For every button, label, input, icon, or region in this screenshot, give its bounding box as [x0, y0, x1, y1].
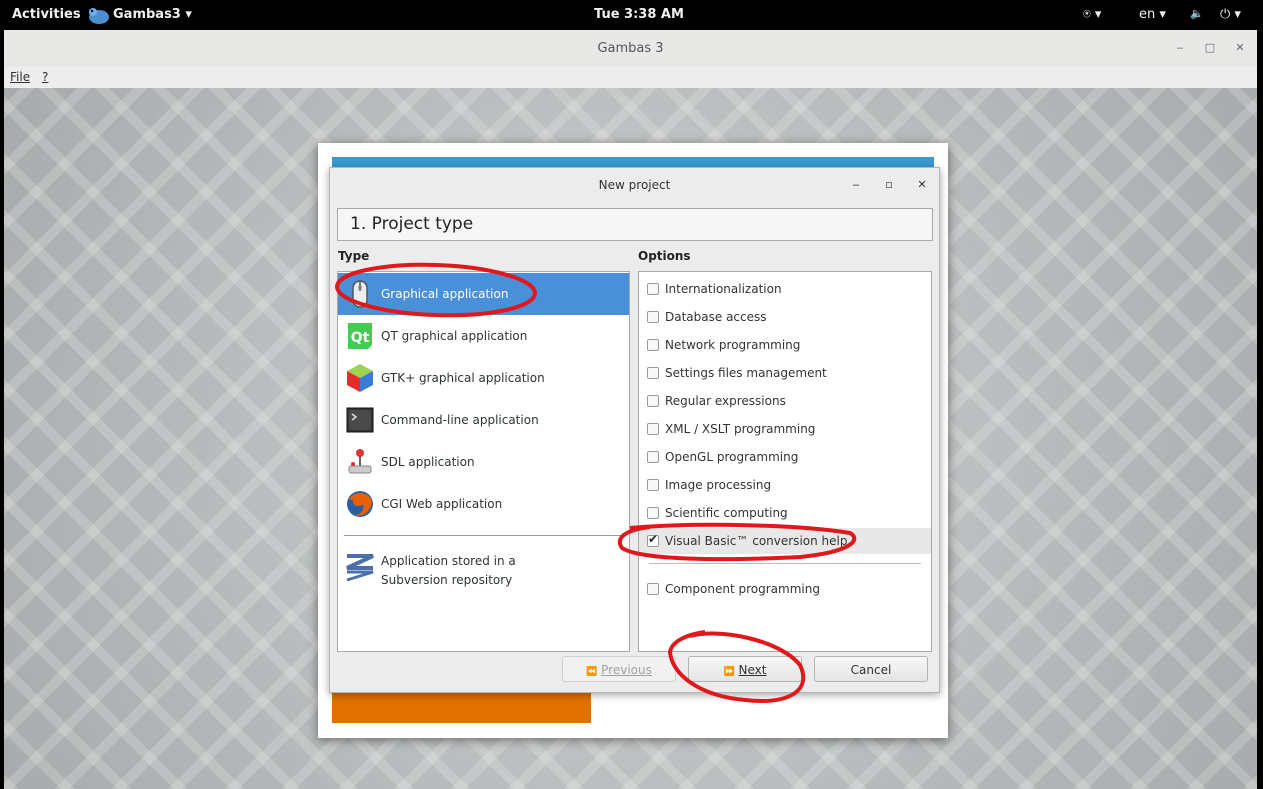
cancel-button[interactable]: Cancel	[814, 656, 928, 682]
previous-label: Previous	[601, 663, 652, 677]
next-button[interactable]: ⏩ Next	[688, 656, 802, 682]
splash-orange-bar	[332, 690, 591, 723]
checkbox-checked[interactable]	[647, 532, 659, 547]
option-regular-expressions[interactable]: Regular expressions	[639, 388, 931, 414]
type-item-qt[interactable]: Qt QT graphical application	[338, 315, 629, 357]
option-label: Network programming	[665, 338, 801, 352]
dialog-close-button[interactable]: ✕	[914, 177, 930, 193]
power-menu[interactable]: ⏻ ▾	[1220, 7, 1241, 22]
dialog-titlebar[interactable]: New project ‒ ▫ ✕	[330, 168, 939, 201]
type-item-cgi[interactable]: CGI Web application	[338, 483, 629, 525]
previous-button[interactable]: ⏪ Previous	[562, 656, 676, 682]
step-header: 1. Project type	[337, 208, 933, 241]
firefox-icon	[344, 488, 376, 520]
window-title: Gambas 3	[597, 41, 664, 56]
type-list[interactable]: Graphical application Qt QT graphical ap…	[337, 271, 630, 652]
option-label: Settings files management	[665, 366, 827, 380]
type-item-graphical[interactable]: Graphical application	[338, 273, 629, 315]
activities-button[interactable]: Activities	[12, 7, 81, 22]
close-button[interactable]: ✕	[1231, 39, 1249, 57]
options-divider	[649, 563, 921, 564]
joystick-icon	[344, 446, 376, 478]
option-label: Visual Basic™ conversion help	[665, 534, 848, 548]
checkbox[interactable]	[647, 479, 659, 491]
option-opengl[interactable]: OpenGL programming	[639, 444, 931, 470]
option-label: XML / XSLT programming	[665, 422, 816, 436]
option-component-programming[interactable]: Component programming	[639, 576, 931, 602]
checkbox[interactable]	[647, 283, 659, 295]
gambas-app-icon[interactable]	[86, 5, 110, 25]
type-label-cli: Command-line application	[381, 413, 539, 427]
type-label-subversion: Application stored in a Subversion repos…	[381, 552, 516, 590]
type-item-gtk[interactable]: GTK+ graphical application	[338, 357, 629, 399]
checkbox[interactable]	[647, 583, 659, 595]
option-database-access[interactable]: Database access	[639, 304, 931, 330]
type-label-sdl: SDL application	[381, 455, 475, 469]
type-item-cli[interactable]: Command-line application	[338, 399, 629, 441]
dialog-maximize-button[interactable]: ▫	[881, 177, 897, 193]
type-label: Type	[338, 249, 370, 263]
type-label-graphical: Graphical application	[381, 287, 509, 301]
option-settings-files[interactable]: Settings files management	[639, 360, 931, 386]
volume-icon[interactable]: 🔈	[1190, 7, 1204, 20]
type-item-sdl[interactable]: SDL application	[338, 441, 629, 483]
option-xml-xslt[interactable]: XML / XSLT programming	[639, 416, 931, 442]
option-label: Database access	[665, 310, 767, 324]
top-bar: Activities Gambas3 ▾ Tue 3:38 AM ⍟ ▾ en …	[0, 0, 1263, 30]
option-label: Image processing	[665, 478, 772, 492]
next-label: Next	[738, 663, 767, 677]
type-label-cgi: CGI Web application	[381, 497, 503, 511]
subversion-icon	[344, 552, 376, 584]
menu-bar: File ?	[4, 67, 1257, 88]
svg-text:Qt: Qt	[351, 330, 370, 346]
minimize-button[interactable]: ‒	[1171, 39, 1189, 57]
option-label: Scientific computing	[665, 506, 788, 520]
checkbox[interactable]	[647, 367, 659, 379]
type-item-subversion[interactable]: Application stored in a Subversion repos…	[338, 544, 629, 592]
subversion-label-line1: Application stored in a	[381, 554, 516, 568]
language-menu[interactable]: en ▾	[1139, 7, 1166, 22]
option-image-processing[interactable]: Image processing	[639, 472, 931, 498]
qt-icon: Qt	[344, 320, 376, 352]
menu-help[interactable]: ?	[42, 70, 48, 84]
dialog-minimize-button[interactable]: ‒	[848, 177, 864, 193]
option-label: Component programming	[665, 582, 820, 596]
new-project-dialog: New project ‒ ▫ ✕ 1. Project type Type O…	[329, 167, 940, 693]
option-label: Regular expressions	[665, 394, 786, 408]
checkbox[interactable]	[647, 339, 659, 351]
checkbox[interactable]	[647, 423, 659, 435]
checkbox[interactable]	[647, 507, 659, 519]
accessibility-menu[interactable]: ⍟ ▾	[1083, 7, 1101, 22]
clock[interactable]: Tue 3:38 AM	[594, 7, 684, 22]
checkbox[interactable]	[647, 311, 659, 323]
checkbox[interactable]	[647, 395, 659, 407]
option-scientific-computing[interactable]: Scientific computing	[639, 500, 931, 526]
options-list: Internationalization Database access Net…	[638, 271, 932, 652]
window-titlebar[interactable]: Gambas 3 ‒ □ ✕	[4, 30, 1257, 68]
type-label-qt: QT graphical application	[381, 329, 528, 343]
option-internationalization[interactable]: Internationalization	[639, 276, 931, 302]
terminal-icon	[344, 404, 376, 436]
type-label-gtk: GTK+ graphical application	[381, 371, 545, 385]
step-title: 1. Project type	[350, 214, 474, 234]
options-label: Options	[638, 249, 691, 263]
option-network-programming[interactable]: Network programming	[639, 332, 931, 358]
checkbox[interactable]	[647, 451, 659, 463]
maximize-button[interactable]: □	[1201, 39, 1219, 57]
option-label: OpenGL programming	[665, 450, 799, 464]
previous-icon: ⏪	[586, 667, 598, 677]
app-menu[interactable]: Gambas3 ▾	[113, 7, 192, 22]
option-visual-basic[interactable]: Visual Basic™ conversion help	[639, 528, 931, 554]
subversion-label-line2: Subversion repository	[381, 573, 513, 587]
menu-file[interactable]: File	[10, 70, 30, 84]
type-list-divider	[344, 535, 623, 536]
next-icon: ⏩	[723, 667, 735, 677]
option-label: Internationalization	[665, 282, 782, 296]
mouse-icon	[344, 278, 376, 310]
gtk-icon	[344, 362, 376, 394]
